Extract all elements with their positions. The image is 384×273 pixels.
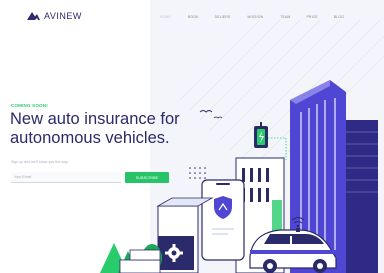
headline-line-1: New auto insurance for xyxy=(10,110,180,128)
tower-mid xyxy=(235,157,285,273)
coming-soon-label: COMING SOON! xyxy=(11,103,48,108)
nav-deliers[interactable]: DELIERS xyxy=(215,15,231,19)
nav-price[interactable]: PRICE xyxy=(306,15,317,19)
brand-name: AVINEW xyxy=(44,11,82,21)
landing-page: AVINEW HOME BOOK DELIERS MISSION TEAM PR… xyxy=(0,0,384,273)
phone xyxy=(201,179,245,261)
email-field[interactable] xyxy=(11,172,121,183)
brand-logo[interactable]: AVINEW xyxy=(27,11,82,21)
charging-station xyxy=(254,122,287,160)
trees xyxy=(100,243,162,273)
shield-icon xyxy=(214,196,232,219)
hatched-backdrop xyxy=(179,19,384,181)
stairs xyxy=(119,249,161,273)
dot-grid xyxy=(189,167,206,179)
nav-blog[interactable]: BLOG xyxy=(334,15,344,19)
nav-home[interactable]: HOME xyxy=(160,15,171,19)
nav-team[interactable]: TEAM xyxy=(280,15,290,19)
subscribe-button[interactable]: SUBSCRIBE xyxy=(125,172,169,183)
gear-icon xyxy=(165,244,183,262)
nav-book[interactable]: BOOK xyxy=(188,15,199,19)
hero-subtext: Sign up and we'll show you the way. xyxy=(11,160,69,164)
headline-line-2: autonomous vehicles. xyxy=(10,129,170,147)
wifi-icon xyxy=(291,217,305,228)
tower-right xyxy=(290,80,378,273)
main-nav: HOME BOOK DELIERS MISSION TEAM PRICE BLO… xyxy=(160,15,344,19)
hero-headline: New auto insurance for autonomous vehicl… xyxy=(10,110,210,148)
logo-chevron-icon xyxy=(27,12,40,20)
bird xyxy=(213,116,223,119)
autonomous-car xyxy=(249,217,337,273)
nav-mission[interactable]: MISSION xyxy=(248,15,264,19)
building-left xyxy=(156,197,214,273)
